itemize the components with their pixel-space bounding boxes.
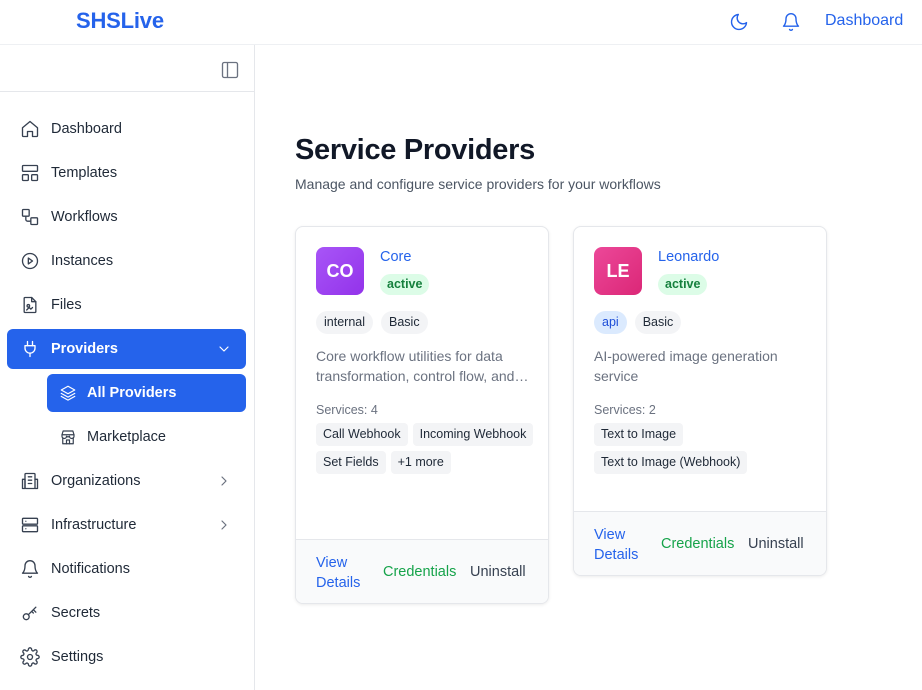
building-icon <box>20 471 40 491</box>
sidebar-item-label: Instances <box>51 253 114 269</box>
sidebar-subitem-all-providers[interactable]: All Providers <box>47 374 246 412</box>
sidebar-item-label: Infrastructure <box>51 517 137 533</box>
page-subtitle: Manage and configure service providers f… <box>295 176 661 192</box>
sidebar-item-label: Secrets <box>51 605 101 621</box>
sidebar-item-providers[interactable]: Providers <box>7 329 246 369</box>
provider-description: Core workflow utilities for data transfo… <box>316 346 530 386</box>
sidebar-subitem-label: All Providers <box>87 385 177 401</box>
credentials-link[interactable]: Credentials <box>661 536 734 552</box>
status-badge: active <box>658 274 708 295</box>
brand-logo[interactable]: SHSLive <box>76 8 164 34</box>
sidebar-item-label: Files <box>51 297 82 313</box>
provider-card-core: CO Core active internal Basic Core workf… <box>295 226 549 604</box>
file-icon <box>20 295 40 315</box>
page-title: Service Providers <box>295 134 535 166</box>
workflow-icon <box>20 207 40 227</box>
bell-icon <box>20 559 40 579</box>
credentials-link[interactable]: Credentials <box>383 564 456 580</box>
sidebar-item-label: Templates <box>51 165 118 181</box>
uninstall-button[interactable]: Uninstall <box>470 564 526 580</box>
service-chip: Call Webhook <box>316 423 408 446</box>
provider-description-text: AI-powered image generation service <box>594 348 778 384</box>
sidebar-item-label: Workflows <box>51 209 118 225</box>
sidebar-item-templates[interactable]: Templates <box>7 153 246 193</box>
provider-card-leonardo: LE Leonardo active api Basic AI-powered … <box>573 226 827 576</box>
chevron-right-icon <box>216 517 232 533</box>
dashboard-link[interactable]: Dashboard <box>825 12 903 30</box>
sidebar-item-settings[interactable]: Settings <box>7 637 246 677</box>
uninstall-button[interactable]: Uninstall <box>748 536 804 552</box>
view-details-link[interactable]: View Details <box>594 525 650 565</box>
provider-description-text: Core workflow utilities for data transfo… <box>316 348 515 384</box>
provider-avatar: LE <box>594 247 642 295</box>
tag-badge: api <box>594 311 627 334</box>
sidebar-item-label: Notifications <box>51 561 130 577</box>
top-bar: SHSLive Dashboard <box>0 0 922 45</box>
home-icon <box>20 119 40 139</box>
sidebar-item-dashboard[interactable]: Dashboard <box>7 109 246 149</box>
sidebar-subitem-label: Marketplace <box>87 429 166 445</box>
gear-icon <box>20 647 40 667</box>
provider-tags: internal Basic <box>316 311 428 334</box>
sidebar-item-files[interactable]: Files <box>7 285 246 325</box>
key-icon <box>20 603 40 623</box>
services-list: Text to Image Text to Image (Webhook) <box>594 423 814 474</box>
store-icon <box>59 428 77 446</box>
server-icon <box>20 515 40 535</box>
sidebar-item-infrastructure[interactable]: Infrastructure <box>7 505 246 545</box>
tag-badge: internal <box>316 311 373 334</box>
sidebar: Dashboard Templates Workflows Instances … <box>0 45 255 690</box>
sidebar-item-secrets[interactable]: Secrets <box>7 593 246 633</box>
services-list: Call Webhook Incoming Webhook Set Fields… <box>316 423 536 474</box>
sidebar-toggle-icon[interactable] <box>220 60 240 80</box>
service-chip: Text to Image (Webhook) <box>594 451 748 474</box>
sidebar-subitem-marketplace[interactable]: Marketplace <box>47 418 246 456</box>
layout-icon <box>20 163 40 183</box>
provider-avatar: CO <box>316 247 364 295</box>
services-count: Services: 2 <box>594 403 656 417</box>
provider-description: AI-powered image generation service <box>594 346 808 386</box>
provider-tags: api Basic <box>594 311 682 334</box>
sidebar-divider <box>0 91 254 92</box>
sidebar-item-instances[interactable]: Instances <box>7 241 246 281</box>
provider-name-link[interactable]: Core <box>380 249 411 265</box>
layers-icon <box>59 384 77 402</box>
service-chip: Text to Image <box>594 423 684 446</box>
sidebar-item-label: Organizations <box>51 473 141 489</box>
provider-name-link[interactable]: Leonardo <box>658 249 719 265</box>
play-circle-icon <box>20 251 40 271</box>
card-footer: View Details Credentials Uninstall <box>296 539 548 603</box>
sidebar-item-organizations[interactable]: Organizations <box>7 461 246 501</box>
sidebar-item-label: Dashboard <box>51 121 122 137</box>
moon-icon[interactable] <box>728 11 750 33</box>
service-chip: Set Fields <box>316 451 386 474</box>
bell-icon[interactable] <box>780 11 802 33</box>
plug-icon <box>20 339 40 359</box>
sidebar-item-label: Settings <box>51 649 104 665</box>
more-services-chip[interactable]: +1 more <box>390 451 451 474</box>
status-badge: active <box>380 274 430 295</box>
sidebar-item-workflows[interactable]: Workflows <box>7 197 246 237</box>
chevron-down-icon <box>216 341 232 357</box>
tag-badge: Basic <box>634 311 682 334</box>
services-count: Services: 4 <box>316 403 378 417</box>
tag-badge: Basic <box>381 311 428 334</box>
sidebar-item-label: Providers <box>51 341 118 357</box>
card-footer: View Details Credentials Uninstall <box>574 511 826 575</box>
chevron-right-icon <box>216 473 232 489</box>
view-details-link[interactable]: View Details <box>316 553 372 593</box>
service-chip: Incoming Webhook <box>412 423 534 446</box>
sidebar-item-notifications[interactable]: Notifications <box>7 549 246 589</box>
